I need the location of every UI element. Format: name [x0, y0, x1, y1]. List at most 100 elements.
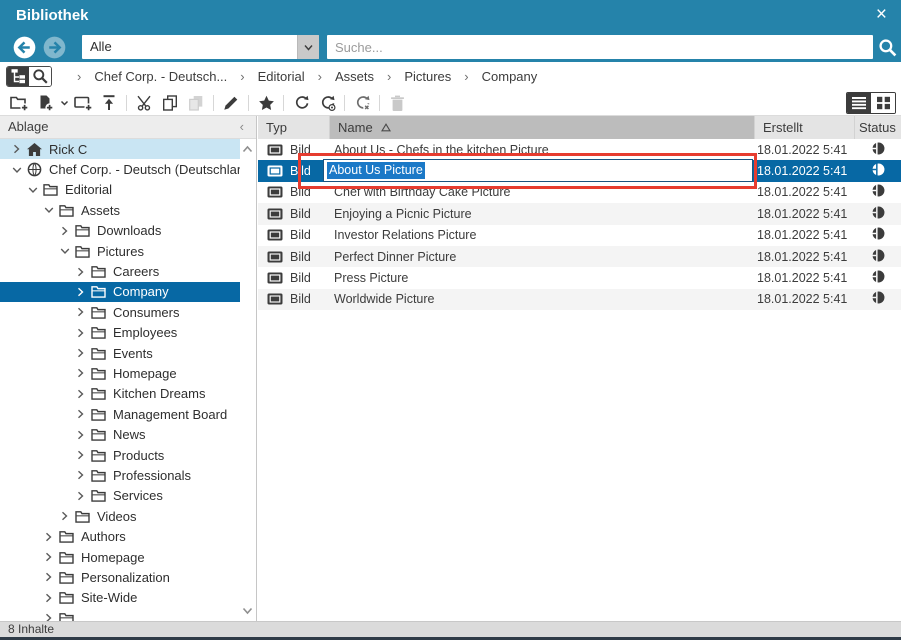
- tree-item-careers[interactable]: Careers: [0, 261, 240, 281]
- folder-icon: [91, 469, 106, 482]
- tree-item-site-wide[interactable]: Site-Wide: [0, 588, 240, 608]
- tree-item-products[interactable]: Products: [0, 445, 240, 465]
- search-input[interactable]: [327, 35, 873, 59]
- chevron-right-icon[interactable]: [44, 552, 54, 562]
- add-image-button[interactable]: [70, 91, 96, 114]
- column-label: Erstellt: [763, 120, 803, 135]
- type-label: Bild: [290, 228, 311, 242]
- chevron-right-icon[interactable]: [76, 389, 86, 399]
- tree-item-events[interactable]: Events: [0, 343, 240, 363]
- back-button[interactable]: [13, 36, 36, 59]
- close-icon[interactable]: ×: [876, 4, 887, 26]
- breadcrumb-item[interactable]: Editorial: [258, 69, 305, 84]
- upload-button[interactable]: [96, 91, 122, 114]
- cut-button[interactable]: [131, 91, 157, 114]
- tree-item-consumers[interactable]: Consumers: [0, 302, 240, 322]
- chevron-right-icon[interactable]: [12, 144, 22, 154]
- publish-button[interactable]: [288, 91, 314, 114]
- list-view-button[interactable]: [847, 93, 871, 113]
- table-row[interactable]: BildWorldwide Picture18.01.2022 5:41: [258, 289, 901, 310]
- name-edit-input[interactable]: About Us Picture: [323, 159, 753, 182]
- new-content-button[interactable]: [32, 91, 58, 114]
- column-header-erstellt[interactable]: Erstellt: [755, 116, 855, 139]
- breadcrumb-item[interactable]: Chef Corp. - Deutsch...: [94, 69, 227, 84]
- tree-item-homepage[interactable]: Homepage: [0, 363, 240, 383]
- type-filter-dropdown[interactable]: Alle: [82, 35, 319, 59]
- approve-publish-button[interactable]: [314, 91, 340, 114]
- chevron-down-icon[interactable]: [44, 205, 54, 215]
- column-header-status[interactable]: Status: [855, 116, 901, 139]
- type-cell: Bild: [258, 185, 330, 199]
- forward-button[interactable]: [43, 36, 66, 59]
- tree-item-clipped[interactable]: [0, 608, 240, 621]
- chevron-right-icon[interactable]: [44, 613, 54, 621]
- tree-item-professionals[interactable]: Professionals: [0, 465, 240, 485]
- chevron-right-icon[interactable]: [76, 491, 86, 501]
- chevron-right-icon[interactable]: [76, 470, 86, 480]
- chevron-right-icon[interactable]: [60, 226, 70, 236]
- repository-tree-panel: Ablage ‹ Rick CChef Corp. - Deutsch (Deu…: [0, 116, 257, 621]
- chevron-right-icon[interactable]: [76, 328, 86, 338]
- breadcrumb-item[interactable]: Pictures: [404, 69, 451, 84]
- tree-scrollbar[interactable]: [240, 139, 255, 621]
- chevron-down-icon[interactable]: [28, 185, 38, 195]
- search-icon[interactable]: [873, 38, 901, 57]
- chevron-right-icon[interactable]: [76, 409, 86, 419]
- thumbnail-view-button[interactable]: [871, 93, 895, 113]
- tree-item-personalization[interactable]: Personalization: [0, 567, 240, 587]
- table-row[interactable]: BildEnjoying a Picnic Picture18.01.2022 …: [258, 203, 901, 224]
- chevron-right-icon[interactable]: [60, 511, 70, 521]
- chevron-down-icon[interactable]: [297, 35, 319, 59]
- tree-item-chef-corp-deutsch-deutschland-[interactable]: Chef Corp. - Deutsch (Deutschland): [0, 159, 240, 179]
- withdraw-button[interactable]: [349, 91, 375, 114]
- chevron-right-icon[interactable]: [76, 267, 86, 277]
- tree-mode-button[interactable]: [7, 67, 29, 86]
- scroll-up-icon[interactable]: [240, 141, 255, 157]
- copy-button[interactable]: [157, 91, 183, 114]
- chevron-right-icon[interactable]: [76, 287, 86, 297]
- table-row[interactable]: BildChef with Birthday Cake Picture18.01…: [258, 182, 901, 203]
- created-cell: 18.01.2022 5:41: [755, 271, 855, 285]
- tree-item-editorial[interactable]: Editorial: [0, 180, 240, 200]
- tree-item-videos[interactable]: Videos: [0, 506, 240, 526]
- chevron-right-icon[interactable]: [76, 450, 86, 460]
- chevron-right-icon[interactable]: [44, 572, 54, 582]
- name-cell: Enjoying a Picnic Picture: [330, 207, 755, 221]
- tree-item-assets[interactable]: Assets: [0, 200, 240, 220]
- table-row[interactable]: BildPerfect Dinner Picture18.01.2022 5:4…: [258, 246, 901, 267]
- tree-item-downloads[interactable]: Downloads: [0, 221, 240, 241]
- scroll-down-icon[interactable]: [240, 603, 255, 619]
- chevron-down-icon[interactable]: [60, 246, 70, 256]
- chevron-right-icon[interactable]: [44, 593, 54, 603]
- chevron-right-icon[interactable]: [44, 532, 54, 542]
- bookmark-button[interactable]: [253, 91, 279, 114]
- chevron-right-icon[interactable]: [76, 348, 86, 358]
- tree-item-label: Rick C: [49, 142, 87, 157]
- table-row[interactable]: BildInvestor Relations Picture18.01.2022…: [258, 225, 901, 246]
- table-row[interactable]: BildAbout Us - Chefs in the kitchen Pict…: [258, 139, 901, 160]
- tree-item-news[interactable]: News: [0, 424, 240, 444]
- search-mode-button[interactable]: [29, 67, 51, 86]
- tree-item-company[interactable]: Company: [0, 282, 240, 302]
- chevron-down-icon[interactable]: [12, 165, 22, 175]
- chevron-right-icon[interactable]: [76, 368, 86, 378]
- column-header-name[interactable]: Name: [330, 116, 755, 139]
- tree-item-authors[interactable]: Authors: [0, 526, 240, 546]
- chevron-right-icon[interactable]: [76, 430, 86, 440]
- new-folder-button[interactable]: [6, 91, 32, 114]
- tree-item-rick-c[interactable]: Rick C: [0, 139, 240, 159]
- tree-item-kitchen-dreams[interactable]: Kitchen Dreams: [0, 384, 240, 404]
- tree-item-management-board[interactable]: Management Board: [0, 404, 240, 424]
- breadcrumb-item[interactable]: Company: [482, 69, 538, 84]
- new-content-chevron[interactable]: [58, 91, 70, 114]
- breadcrumb-item[interactable]: Assets: [335, 69, 374, 84]
- chevron-right-icon[interactable]: [76, 307, 86, 317]
- column-header-typ[interactable]: Typ: [258, 116, 330, 139]
- collapse-panel-icon[interactable]: ‹: [240, 116, 244, 138]
- tree-item-services[interactable]: Services: [0, 486, 240, 506]
- edit-button[interactable]: [218, 91, 244, 114]
- tree-item-homepage[interactable]: Homepage: [0, 547, 240, 567]
- table-row[interactable]: BildPress Picture18.01.2022 5:41: [258, 267, 901, 288]
- tree-item-pictures[interactable]: Pictures: [0, 241, 240, 261]
- tree-item-employees[interactable]: Employees: [0, 323, 240, 343]
